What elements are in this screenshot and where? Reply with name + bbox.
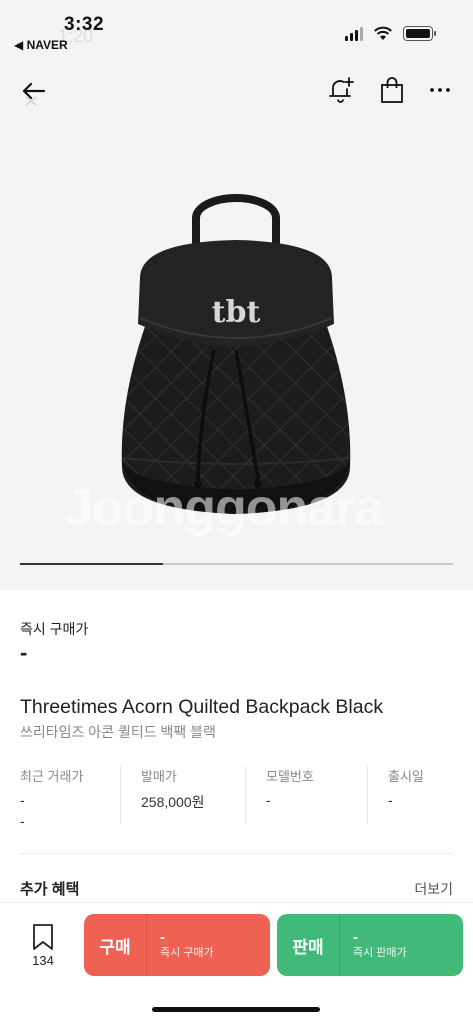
sell-button-sub: 즉시 판매가: [353, 947, 407, 959]
more-icon[interactable]: [429, 77, 451, 103]
wishlist-count: 134: [32, 953, 54, 968]
gallery-progress-fill: [20, 563, 163, 565]
sell-button-price: -: [353, 929, 358, 946]
info-model-number: 모델번호 -: [246, 766, 367, 824]
buy-button-sub: 즉시 구매가: [160, 947, 214, 959]
top-nav: [0, 58, 473, 118]
bottom-action-bar: 134 구매 - 즉시 구매가 판매 - 즉시 판매가: [0, 902, 473, 1024]
sell-button[interactable]: 판매 - 즉시 판매가: [277, 914, 463, 976]
cellular-signal-icon: [345, 26, 363, 41]
back-to-app-link[interactable]: ◀ NAVER: [14, 38, 68, 52]
buy-now-price: -: [20, 640, 28, 665]
buy-now-label: 즉시 구매가: [20, 621, 89, 637]
info-label: 모델번호: [266, 769, 314, 784]
status-time: 3:32: [64, 14, 105, 35]
home-indicator: [152, 1007, 320, 1012]
product-subname: 쓰리타임즈 아콘 퀼티드 백팩 블랙: [20, 724, 216, 740]
product-image-gallery[interactable]: tbt Joonggonara: [0, 118, 473, 590]
status-icons: [345, 26, 436, 41]
back-arrow-icon[interactable]: [18, 76, 48, 106]
product-info-grid: 최근 거래가 - - 발매가 258,000원 모델번호 - 출시일 -: [0, 766, 473, 829]
benefits-title: 추가 혜택: [20, 881, 80, 898]
watermark: Joonggonara: [64, 479, 383, 537]
battery-icon: [403, 26, 436, 41]
divider: [20, 853, 453, 854]
info-value: -: [266, 792, 271, 808]
gallery-progress: [20, 563, 453, 565]
buy-button-price: -: [160, 929, 165, 946]
info-release-price: 발매가 258,000원: [121, 766, 245, 824]
shopping-bag-icon[interactable]: [379, 76, 405, 104]
benefits-more-link[interactable]: 더보기: [414, 879, 453, 899]
wishlist-button[interactable]: 134: [22, 923, 64, 968]
alert-add-bell-icon[interactable]: [327, 76, 355, 104]
buy-button-label: 구매: [99, 937, 131, 957]
product-name: Threetimes Acorn Quilted Backpack Black: [20, 696, 384, 718]
info-label: 발매가: [141, 769, 177, 784]
sell-button-label: 판매: [292, 937, 324, 957]
wifi-icon: [374, 26, 392, 40]
info-label: 최근 거래가: [20, 769, 84, 784]
info-value: -: [388, 792, 393, 808]
info-label: 출시일: [388, 769, 424, 784]
sell-button-price-block: - 즉시 판매가: [340, 930, 407, 960]
info-value-secondary: -: [20, 813, 25, 829]
info-value: 258,000원: [141, 794, 205, 810]
bookmark-icon: [33, 924, 53, 950]
buy-button[interactable]: 구매 - 즉시 구매가: [84, 914, 270, 976]
buy-button-price-block: - 즉시 구매가: [147, 930, 214, 960]
svg-text:tbt: tbt: [212, 295, 261, 330]
info-recent-trade: 최근 거래가 - -: [0, 766, 120, 829]
info-value: -: [20, 792, 25, 808]
status-bar: 1:20 3:32 ◀ NAVER: [0, 0, 473, 58]
info-release-date: 출시일 -: [368, 766, 468, 824]
